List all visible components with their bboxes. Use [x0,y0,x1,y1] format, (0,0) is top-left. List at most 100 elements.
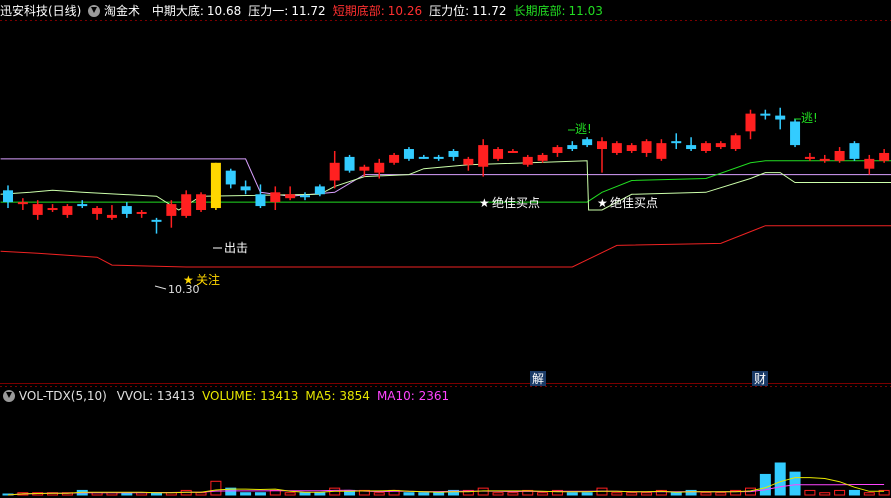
volume-bar [537,492,549,496]
star-icon: ★ [597,196,608,210]
candle-body [196,194,207,210]
candle-body [62,206,73,215]
candle-body [700,143,711,151]
candle-body [582,139,593,146]
candle-body [671,141,682,144]
candle-body [537,154,548,161]
candle-body [210,162,221,209]
volume-bar [210,480,222,496]
volume-bar [641,492,653,496]
candle-body [552,147,563,153]
jie-marker[interactable]: 解 [532,372,544,386]
candle-body [507,151,518,153]
candle-body [864,158,875,169]
volume-bar [373,492,385,496]
candle-body [106,214,117,218]
candle-body [715,143,726,148]
star-icon: ★ [479,196,490,210]
candle-body [77,204,88,207]
indicator-lines [0,158,891,268]
kline-chart: 出击 ★ 关注 10.30 ★ 绝佳买点 ★ 绝佳买点 逃! 逃! 解 财 [0,20,891,496]
volume-bar [240,492,252,496]
escape-1-label: 逃! [575,122,592,136]
candle-body [374,162,385,173]
volume-bar [566,492,578,496]
volume-bar [789,471,801,496]
candle-body [225,170,236,185]
candle-body [775,115,786,120]
candle-body [819,158,830,161]
candle-body [403,149,414,159]
volume-bar [834,489,846,496]
candle-body [597,141,607,150]
candle-body [879,152,890,161]
low-price-pointer [154,285,167,290]
volume-bar [581,492,593,496]
candle-body [166,204,177,216]
candle-body [389,154,400,163]
guanzhu-label: 关注 [196,272,220,287]
volume-bar [759,473,771,496]
chuji-label: 出击 [224,241,248,255]
buy-point-1-label: 绝佳买点 [492,195,540,210]
candle-body [344,156,355,171]
candle-body [522,156,533,165]
candle-body [3,190,13,203]
candle-body [32,204,43,215]
volume-bar [863,492,875,496]
support-line [0,160,891,211]
candle-body [300,195,310,198]
volume-ma10-line [7,484,885,496]
candle-body [760,113,771,116]
candle-body [255,194,266,207]
volume-bar [507,492,519,496]
candle-body [418,156,429,159]
buy-point-2-label: 绝佳买点 [610,195,658,210]
candle-body [270,192,281,203]
volume-bar [700,492,712,496]
candle-body [834,151,845,161]
volume-bar [418,492,430,496]
short-term-bottom-line [0,225,891,268]
volume-bar [848,489,860,496]
candle-body [463,158,474,165]
low-price-label: 10.30 [168,283,200,296]
candle-body [448,151,459,157]
candle-body [567,145,578,150]
volume-bar [626,492,638,496]
volume-bar [403,492,415,496]
candle-body [433,156,444,159]
volume-bars [2,462,890,496]
candle-body [656,143,667,159]
volume-bar [819,492,831,496]
volume-bar [492,492,504,496]
candle-body [626,145,637,151]
candle-body [804,156,815,159]
candles [3,107,890,234]
chart-stage: 迅安科技(日线) 淘金术 中期大底: 10.68 压力一: 11.72 短期底部: 10.… [0,0,891,498]
volume-bar [299,492,311,496]
candle-body [136,211,147,214]
volume-bar [670,492,682,496]
candle-body [17,202,28,205]
candle-body [686,145,697,150]
candle-body [745,113,756,132]
volume-bar [715,492,727,496]
cai-marker[interactable]: 财 [754,372,766,386]
volume-bar [314,492,326,496]
volume-bar [774,462,786,496]
volume-bar [195,492,207,496]
candle-body [181,194,192,216]
candle-body [611,143,622,153]
candle-body [47,208,58,211]
candle-body [730,135,741,150]
candle-body [92,208,103,214]
candle-body [478,145,489,167]
candle-body [641,141,652,153]
candle-body [329,162,340,181]
escape-2-label: 逃! [801,111,818,125]
candle-body [849,143,860,159]
resistance-line [0,158,891,197]
volume-bar [433,492,445,496]
volume-bar [254,492,266,496]
